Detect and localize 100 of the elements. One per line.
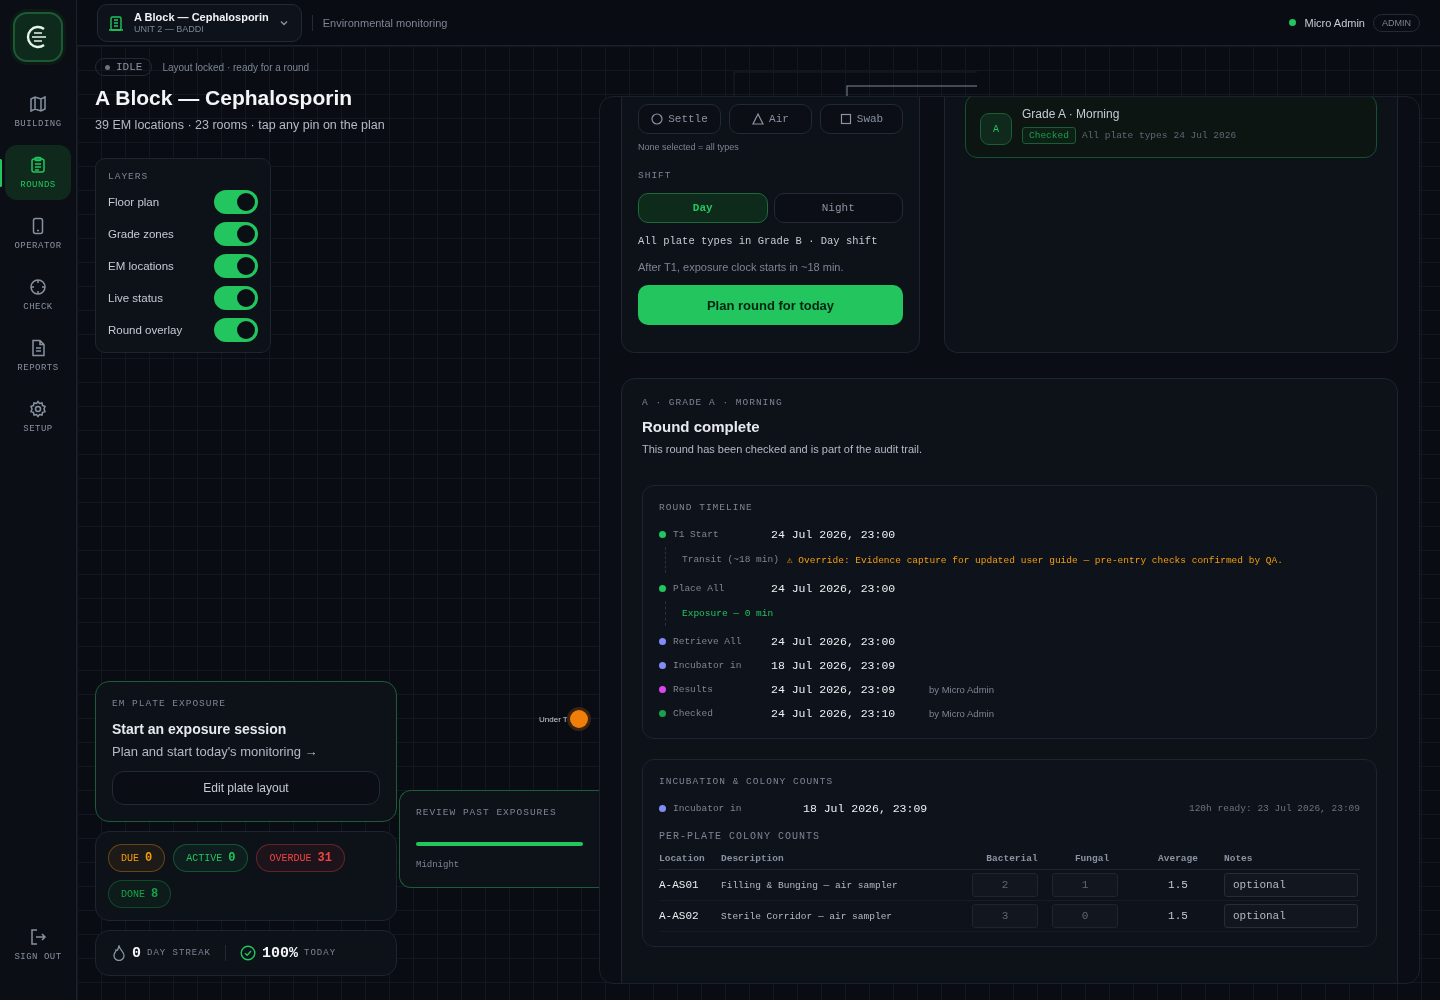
document-icon <box>29 338 47 357</box>
layer-toggle[interactable] <box>214 286 258 310</box>
column-header: Description <box>721 850 972 870</box>
plate-type-hint: None selected = all types <box>638 142 740 152</box>
layer-label: Live status <box>108 292 163 304</box>
sign-out-button[interactable]: SIGN OUT <box>5 917 71 972</box>
today-label: TODAY <box>304 948 337 958</box>
nav-item[interactable]: OPERATOR <box>5 206 71 261</box>
page-title: A Block — Cephalosporin <box>95 86 354 110</box>
event-author: by Micro Admin <box>929 707 995 719</box>
round-date: 24 Jul 2026 <box>1173 130 1237 141</box>
section-title: Environmental monitoring <box>322 16 449 29</box>
edit-layout-button[interactable]: Edit plate layout <box>112 771 380 805</box>
crosshair-icon <box>29 277 47 296</box>
event-label: T1 Start <box>673 528 720 540</box>
event-label: Place All <box>673 582 726 594</box>
round-title: Grade A · Morning <box>1022 107 1121 121</box>
plan-link[interactable]: Plan and start today's monitoring → <box>112 744 380 759</box>
status-counter[interactable]: OVERDUE 31 <box>256 844 345 872</box>
round-types: All plate types <box>1081 130 1168 141</box>
counts-heading: PER-PLATE COLONY COUNTS <box>659 831 822 842</box>
sign-out-icon <box>29 927 47 946</box>
event-label: Retrieve All <box>673 635 743 647</box>
nav-item[interactable]: CHECK <box>5 267 71 322</box>
round-description: This round has been checked and is part of the audit trail. <box>642 443 924 455</box>
incubation-heading: INCUBATION & COLONY COUNTS <box>659 776 835 787</box>
pin-marker[interactable] <box>569 710 588 728</box>
layer-toggle[interactable] <box>214 190 258 214</box>
building-icon <box>108 14 124 31</box>
nav-item[interactable]: SETUP <box>5 389 71 444</box>
plate-type-button[interactable]: Settle <box>638 104 721 134</box>
description-cell: Filling & Bunging — air sampler <box>721 869 972 901</box>
plan-note: After T1, exposure clock starts in ~18 min. <box>638 261 845 273</box>
status-counter[interactable]: ACTIVE 0 <box>173 844 249 872</box>
site-name: A Block — Cephalosporin <box>134 10 269 24</box>
flame-icon <box>112 945 126 961</box>
map-icon <box>29 94 47 113</box>
plan-round-button[interactable]: Plan round for today <box>638 285 903 325</box>
event-label: Checked <box>673 707 714 719</box>
status-counter[interactable]: DUE 0 <box>108 844 166 872</box>
streak-label: DAY STREAK <box>147 948 212 958</box>
app-logo[interactable] <box>13 12 63 62</box>
page-subtitle: 39 EM locations · 23 rooms · tap any pin on the plan <box>95 118 386 132</box>
event-time: 24 Jul 2026, 23:00 <box>771 527 897 541</box>
round-item[interactable]: A Grade A · Morning Checked All plate types 24 Jul 2026 <box>965 97 1377 158</box>
nav-item[interactable]: BUILDING <box>5 84 71 139</box>
check-circle-icon <box>240 945 257 961</box>
shift-heading: SHIFT <box>638 170 673 181</box>
status-note: Layout locked · ready for a round <box>162 61 310 73</box>
review-card[interactable]: REVIEW PAST EXPOSURES Midnight <box>399 790 599 888</box>
notes-field[interactable]: optional <box>1224 904 1358 928</box>
streak-value: 0 <box>132 944 141 962</box>
interval-label: Exposure — 0 min <box>682 608 774 619</box>
nav-item[interactable]: REPORTS <box>5 328 71 383</box>
plate-type-button[interactable]: Air <box>729 104 812 134</box>
layers-heading: LAYERS <box>108 171 150 182</box>
fungal-count-field[interactable]: 0 <box>1052 904 1118 928</box>
notes-field[interactable]: optional <box>1224 873 1358 897</box>
layer-label: EM locations <box>108 260 174 272</box>
location-cell: A-AS02 <box>659 900 721 932</box>
event-time: 18 Jul 2026, 23:09 <box>803 801 929 815</box>
round-eyebrow: A · GRADE A · MORNING <box>642 397 784 408</box>
site-selector[interactable]: A Block — Cephalosporin UNIT 2 — BADDI <box>97 3 302 42</box>
today-percent: 100% <box>262 944 299 962</box>
column-header: Average <box>1132 850 1224 870</box>
status-counter[interactable]: DONE 8 <box>108 880 172 908</box>
event-time: 24 Jul 2026, 23:00 <box>771 581 897 595</box>
card-eyebrow: EM PLATE EXPOSURE <box>112 698 227 709</box>
pin-label: Under T <box>539 714 568 724</box>
location-pin[interactable]: Under T <box>539 710 588 728</box>
layer-toggle[interactable] <box>214 222 258 246</box>
location-cell: A-AS01 <box>659 869 721 901</box>
bacterial-count-field[interactable]: 2 <box>972 873 1038 897</box>
user-name: Micro Admin <box>1304 16 1365 29</box>
column-header: Bacterial <box>972 850 1052 870</box>
round-title: Round complete <box>642 418 761 435</box>
event-label: Results <box>673 683 714 695</box>
timeline-heading: ROUND TIMELINE <box>659 502 754 513</box>
layer-label: Floor plan <box>108 196 160 208</box>
clipboard-icon <box>29 155 47 174</box>
square-icon <box>839 113 852 125</box>
review-heading: REVIEW PAST EXPOSURES <box>416 807 558 818</box>
layer-label: Grade zones <box>108 228 174 240</box>
shift-button[interactable]: Day <box>638 193 768 223</box>
layer-toggle[interactable] <box>214 254 258 278</box>
card-title: Start an exposure session <box>112 721 288 737</box>
plate-type-button[interactable]: Swab <box>820 104 903 134</box>
ready-time: 120h ready: 23 Jul 2026, 23:09 <box>1187 802 1360 814</box>
column-header: Notes <box>1224 850 1360 870</box>
status-tag: Checked <box>1022 127 1076 144</box>
column-header: Fungal <box>1052 850 1132 870</box>
review-caption: Midnight <box>416 860 461 870</box>
event-time: 24 Jul 2026, 23:00 <box>771 634 897 648</box>
event-time: 18 Jul 2026, 23:09 <box>771 658 897 672</box>
column-header: Location <box>659 850 721 870</box>
shift-button[interactable]: Night <box>773 193 903 223</box>
site-unit: UNIT 2 — BADDI <box>134 23 205 35</box>
circle-icon <box>651 113 664 125</box>
plan-summary: All plate types in Grade B · Day shift <box>638 235 879 247</box>
layer-toggle[interactable] <box>214 318 258 342</box>
